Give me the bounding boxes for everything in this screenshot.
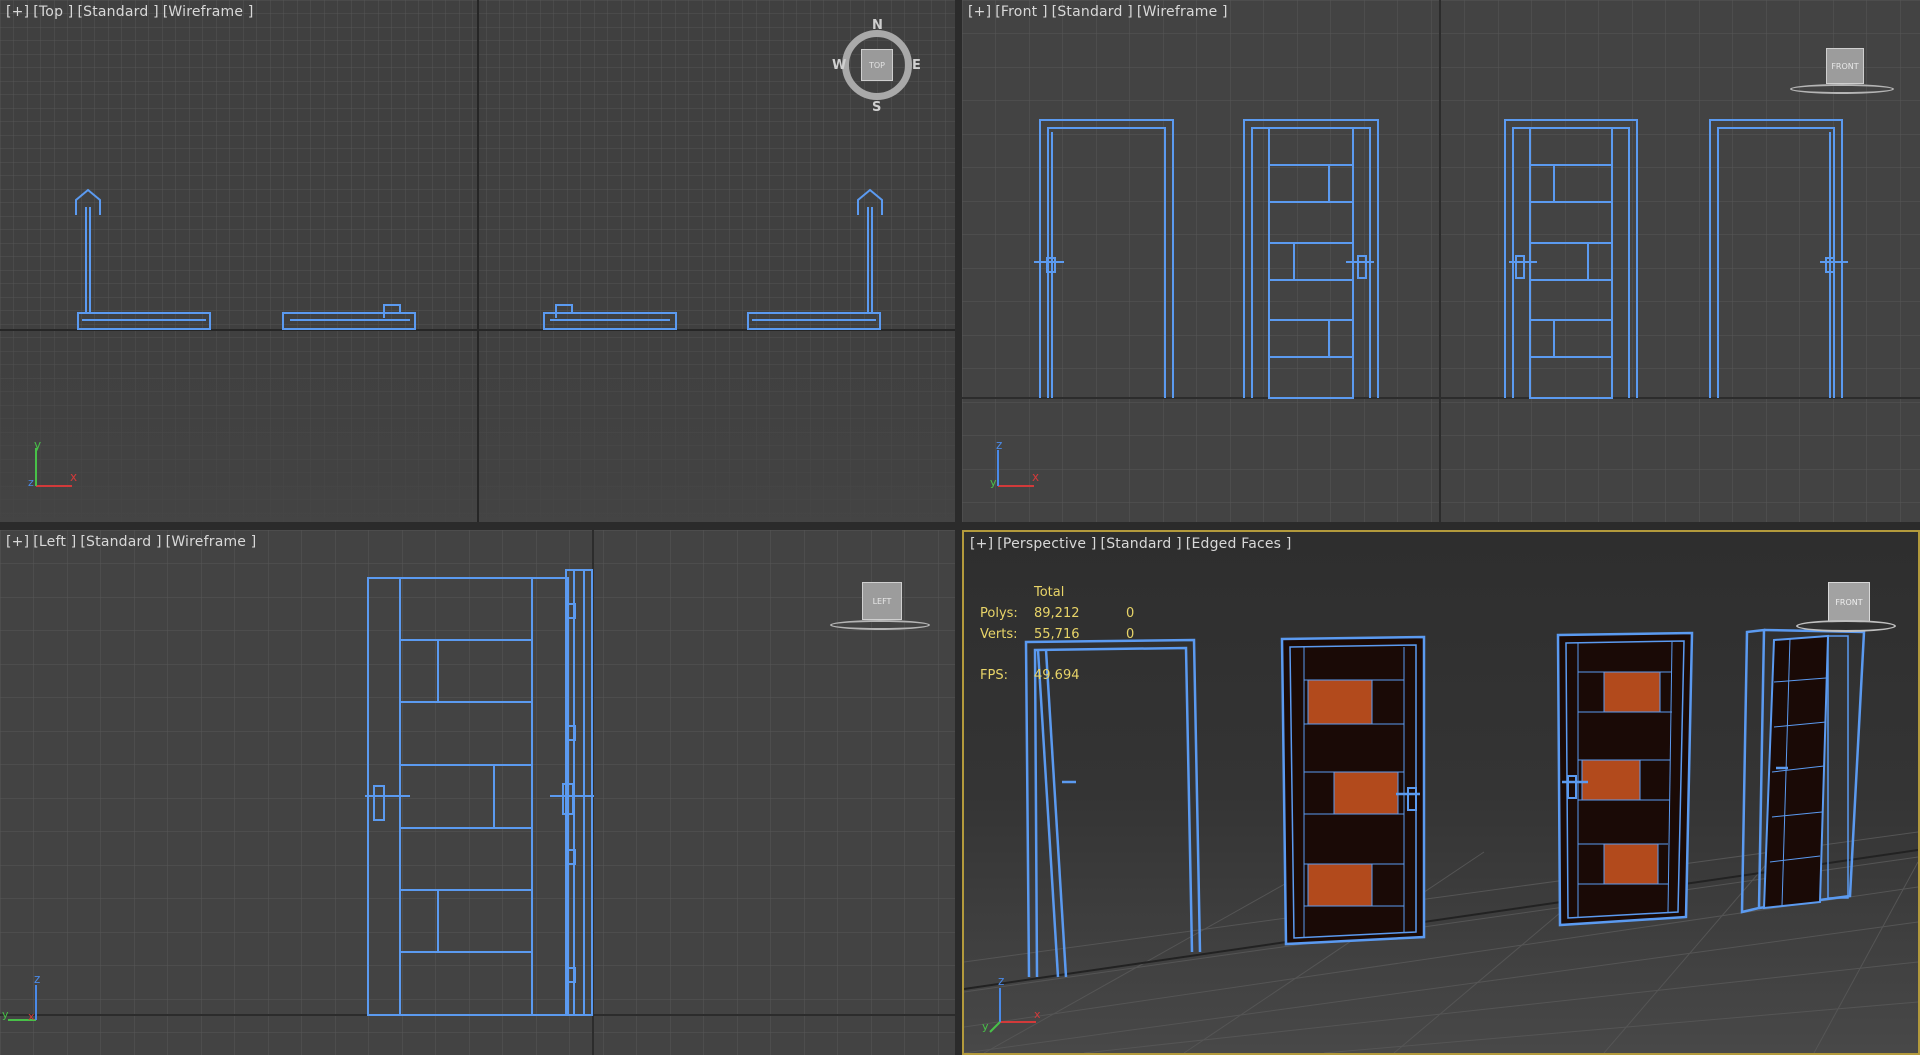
stats-polys-total: 89,212: [1034, 606, 1080, 621]
viewport-view-menu[interactable]: [Left ]: [33, 534, 76, 550]
viewcube-ring: [1790, 84, 1894, 94]
viewport-menu-plus[interactable]: [+]: [6, 534, 29, 550]
viewport-view-menu[interactable]: [Perspective ]: [997, 536, 1096, 552]
viewport-shading-menu[interactable]: [Standard ]: [77, 4, 158, 20]
viewcube-ring: [1796, 620, 1896, 632]
viewcube[interactable]: FRONT: [1790, 48, 1894, 98]
stats-polys-label: Polys:: [980, 606, 1018, 621]
stats-fps-label: FPS:: [980, 668, 1008, 683]
compass-e-label[interactable]: E: [912, 58, 921, 73]
compass-w-label[interactable]: W: [832, 58, 846, 73]
viewcube-compass[interactable]: TOP N S E W: [832, 18, 924, 116]
viewport-mode-menu[interactable]: [Wireframe ]: [166, 534, 257, 550]
compass-s-label[interactable]: S: [872, 100, 881, 115]
axis-z-label: z: [996, 438, 1003, 452]
left-viewport-canvas[interactable]: [0, 530, 955, 1055]
viewcube[interactable]: FRONT: [1796, 582, 1896, 634]
axis-y-label: y: [2, 1008, 9, 1021]
viewport-menu-plus[interactable]: [+]: [970, 536, 993, 552]
viewport-perspective[interactable]: z x y FRONT Total Polys: 89,212 0 Verts:…: [962, 530, 1920, 1055]
viewport-shading-menu[interactable]: [Standard ]: [1052, 4, 1133, 20]
viewport-label-left[interactable]: [+] [Left ] [Standard ] [Wireframe ]: [6, 534, 260, 550]
persp-door-2[interactable]: [1280, 635, 1426, 946]
viewport-label-perspective[interactable]: [+] [Perspective ] [Standard ] [Edged Faces…: [970, 536, 1296, 552]
stats-verts-selected: 0: [1126, 627, 1135, 642]
viewport-menu-plus[interactable]: [+]: [968, 4, 991, 20]
statistics-overlay: Total Polys: 89,212 0 Verts: 55,716 0 FP…: [980, 582, 1166, 686]
axis-x-label: x: [1034, 1008, 1041, 1021]
front-viewport-canvas[interactable]: [962, 0, 1920, 522]
viewport-menu-plus[interactable]: [+]: [6, 4, 29, 20]
viewport-view-menu[interactable]: [Top ]: [33, 4, 73, 20]
persp-door-3[interactable]: [1556, 631, 1694, 927]
viewport-shading-menu[interactable]: [Standard ]: [80, 534, 161, 550]
viewport-shading-menu[interactable]: [Standard ]: [1101, 536, 1182, 552]
viewcube-front-face[interactable]: FRONT: [1826, 48, 1864, 84]
axis-x-label: x: [1032, 470, 1040, 484]
axis-z-label: z: [998, 974, 1005, 988]
viewcube-front-face[interactable]: FRONT: [1828, 582, 1870, 622]
viewcube-top-face[interactable]: TOP: [861, 49, 893, 81]
viewport-mode-menu[interactable]: [Edged Faces ]: [1186, 536, 1292, 552]
axis-y-label: y: [34, 438, 42, 452]
viewcube-ring: [830, 620, 930, 630]
stats-fps-value: 49.694: [1034, 668, 1080, 683]
viewport-label-front[interactable]: [+] [Front ] [Standard ] [Wireframe ]: [968, 4, 1232, 20]
stats-verts-total: 55,716: [1034, 627, 1080, 642]
stats-polys-selected: 0: [1126, 606, 1135, 621]
viewport-view-menu[interactable]: [Front ]: [995, 4, 1047, 20]
axis-z-label: z: [28, 476, 34, 489]
grid: [0, 530, 955, 1055]
stats-total-header: Total: [1034, 585, 1065, 600]
viewcube-left-face[interactable]: LEFT: [862, 582, 902, 620]
axis-x-label: x: [28, 1010, 35, 1023]
viewcube[interactable]: LEFT: [830, 582, 930, 632]
viewport-front[interactable]: x z y FRONT [+] [Front ] [Standard ] [Wiref…: [962, 0, 1920, 522]
viewport-top[interactable]: x y z TOP N S E W [+] [Top ] [Standard ] [W…: [0, 0, 955, 522]
viewport-mode-menu[interactable]: [Wireframe ]: [1137, 4, 1228, 20]
axis-y-label: y: [990, 476, 997, 489]
compass-n-label[interactable]: N: [872, 18, 883, 33]
axis-x-label: x: [70, 470, 78, 484]
axis-z-label: z: [34, 972, 41, 986]
viewport-left[interactable]: z y x LEFT [+] [Left ] [Standard ] [Wirefra…: [0, 530, 955, 1055]
viewport-mode-menu[interactable]: [Wireframe ]: [163, 4, 254, 20]
stats-verts-label: Verts:: [980, 627, 1018, 642]
axis-y-label: y: [982, 1020, 989, 1033]
viewport-label-top[interactable]: [+] [Top ] [Standard ] [Wireframe ]: [6, 4, 258, 20]
top-viewport-canvas[interactable]: [0, 0, 955, 522]
